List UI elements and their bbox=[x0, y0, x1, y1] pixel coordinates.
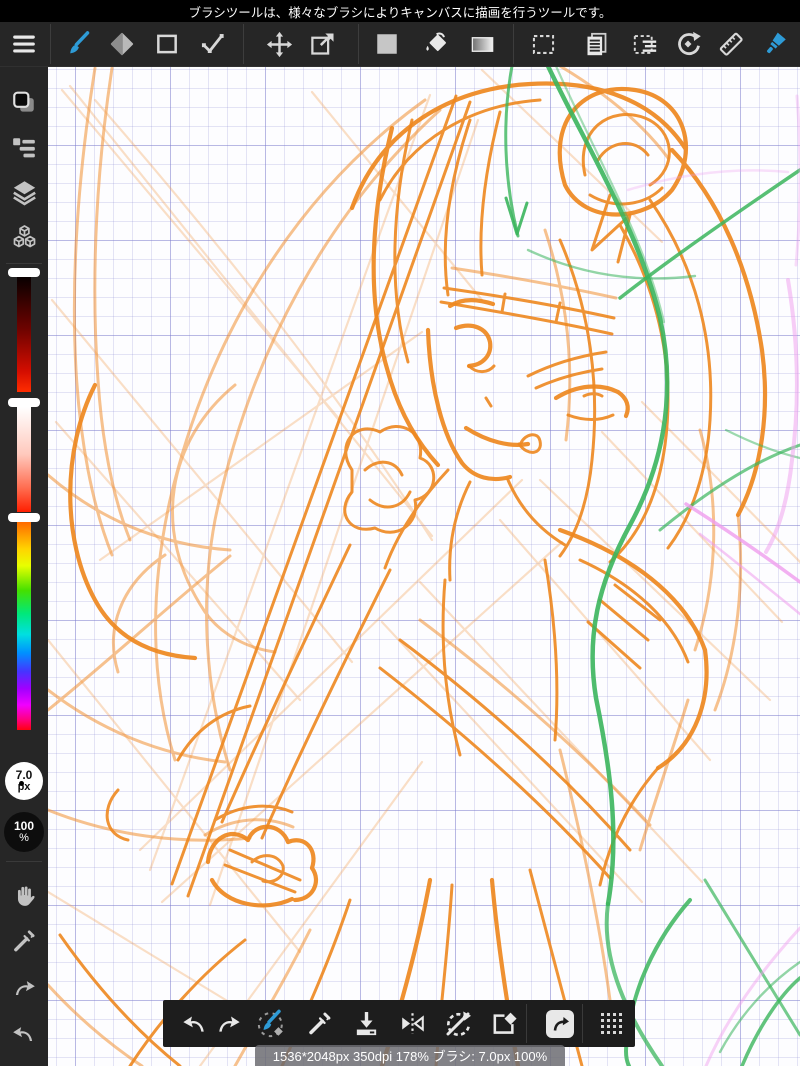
clear-layer-button[interactable] bbox=[485, 1004, 523, 1043]
toolbar-separator bbox=[358, 24, 359, 64]
select-options-button[interactable] bbox=[627, 26, 663, 62]
wide-brush-icon bbox=[767, 32, 786, 54]
brush-icon bbox=[70, 31, 90, 54]
tool-hint-bar: ブラシツールは、様々なブラシによりキャンバスに描画を行うツールです。 bbox=[0, 0, 800, 22]
dashed-list-icon bbox=[633, 34, 656, 54]
flip-horizontal-icon bbox=[401, 1013, 424, 1034]
flip-horizontal-button[interactable] bbox=[393, 1004, 431, 1043]
hand-icon bbox=[17, 885, 35, 906]
dashed-rect-icon bbox=[532, 34, 554, 54]
polyline-tool-button[interactable] bbox=[195, 26, 231, 62]
brush-toggle-icon bbox=[257, 1009, 283, 1037]
undo-icon bbox=[13, 1027, 33, 1042]
eraser-icon bbox=[110, 32, 134, 56]
shape-tool-button[interactable] bbox=[149, 26, 185, 62]
drawing-canvas[interactable] bbox=[48, 66, 800, 1066]
toolbar-separator bbox=[50, 24, 51, 64]
materials-panel-button[interactable] bbox=[0, 217, 48, 257]
no-rotate-icon bbox=[446, 1011, 471, 1036]
move-tool-button[interactable] bbox=[261, 26, 297, 62]
rotate-view-button[interactable] bbox=[670, 26, 706, 62]
value-slider-handle[interactable] bbox=[8, 268, 40, 277]
cubes-icon bbox=[13, 224, 35, 247]
sketch-orange-thick bbox=[68, 81, 768, 1066]
hue-slider-handle[interactable] bbox=[8, 513, 40, 522]
brush-picker-button[interactable] bbox=[757, 26, 793, 62]
save-button[interactable] bbox=[347, 1004, 385, 1043]
color-swatch-icon bbox=[13, 91, 34, 112]
bottom-toolbar bbox=[163, 1000, 635, 1047]
color-square-button[interactable] bbox=[369, 26, 405, 62]
select-tool-button[interactable] bbox=[525, 26, 561, 62]
undo-button[interactable] bbox=[0, 1014, 48, 1054]
eraser-tool-button[interactable] bbox=[104, 26, 140, 62]
toolbar-separator bbox=[513, 24, 514, 64]
ruler-tool-button[interactable] bbox=[713, 26, 749, 62]
brush-size-value: 7.0 bbox=[15, 767, 33, 782]
redo-button[interactable] bbox=[0, 968, 48, 1008]
bucket-icon bbox=[425, 32, 446, 51]
save-icon bbox=[356, 1012, 376, 1036]
layers-panel-button[interactable] bbox=[0, 172, 48, 212]
color-panel-button[interactable] bbox=[0, 83, 48, 123]
tool-hint-text: ブラシツールは、様々なブラシによりキャンバスに描画を行うツールです。 bbox=[188, 5, 612, 20]
move-icon bbox=[266, 31, 292, 57]
left-sidebar: 7.0 px 100 % bbox=[0, 66, 48, 1066]
hue-slider[interactable] bbox=[17, 522, 31, 730]
grid-dots-icon bbox=[600, 1013, 622, 1034]
value-slider[interactable] bbox=[17, 277, 31, 392]
eyedropper-button[interactable] bbox=[300, 1004, 338, 1043]
document-icon bbox=[587, 32, 606, 55]
toolbar-separator bbox=[243, 24, 244, 64]
hand-tool-button[interactable] bbox=[0, 875, 48, 915]
undo-icon bbox=[183, 1016, 204, 1032]
clear-icon bbox=[493, 1012, 517, 1034]
opacity-value: 100 bbox=[13, 818, 35, 833]
menu-button[interactable] bbox=[6, 26, 42, 62]
materials-button[interactable] bbox=[541, 1004, 579, 1043]
gradient-icon bbox=[471, 36, 493, 52]
sketch-drawing bbox=[48, 66, 800, 1066]
eyedropper-icon bbox=[14, 930, 35, 952]
grid-menu-button[interactable] bbox=[592, 1004, 630, 1043]
eyedropper-tool-button[interactable] bbox=[0, 921, 48, 961]
brush-eraser-toggle-button[interactable] bbox=[252, 1004, 290, 1043]
rectangle-icon bbox=[157, 34, 177, 54]
material-button-icon bbox=[546, 1009, 574, 1038]
pages-panel-button[interactable] bbox=[578, 26, 614, 62]
gradient-tool-button[interactable] bbox=[464, 26, 500, 62]
polyline-icon bbox=[201, 34, 224, 54]
transform-icon bbox=[310, 32, 334, 55]
status-bar: 1536*2048px 350dpi 178% ブラシ: 7.0px 100% bbox=[255, 1045, 565, 1066]
reset-rotation-button[interactable] bbox=[439, 1004, 477, 1043]
panel-list-icon bbox=[13, 138, 35, 158]
toolbar-separator bbox=[582, 1004, 583, 1043]
fill-bucket-button[interactable] bbox=[417, 26, 453, 62]
saturation-slider[interactable] bbox=[17, 407, 31, 512]
hamburger-icon bbox=[13, 35, 35, 53]
brush-size-preview-dot bbox=[19, 781, 24, 786]
brush-tool-button[interactable] bbox=[59, 26, 95, 62]
brush-list-panel-button[interactable] bbox=[0, 128, 48, 168]
redo-button[interactable] bbox=[209, 1004, 247, 1043]
saturation-slider-handle[interactable] bbox=[8, 398, 40, 407]
transform-tool-button[interactable] bbox=[304, 26, 340, 62]
filled-square-icon bbox=[377, 34, 397, 54]
sketch-green-strokes bbox=[504, 66, 800, 1066]
redo-icon bbox=[15, 981, 35, 996]
sidebar-divider bbox=[6, 861, 42, 862]
rotate-icon bbox=[678, 31, 701, 56]
status-text: 1536*2048px 350dpi 178% ブラシ: 7.0px 100% bbox=[272, 1049, 548, 1064]
opacity-unit: % bbox=[19, 831, 29, 844]
eyedropper-icon bbox=[308, 1012, 330, 1035]
opacity-badge[interactable]: 100 % bbox=[4, 812, 44, 852]
toolbar-separator bbox=[526, 1004, 527, 1043]
top-toolbar bbox=[0, 22, 800, 67]
redo-icon bbox=[219, 1016, 240, 1032]
brush-size-badge[interactable]: 7.0 px bbox=[5, 762, 43, 800]
ruler-icon bbox=[719, 32, 743, 56]
layers-icon bbox=[12, 180, 36, 205]
sidebar-divider bbox=[6, 263, 42, 264]
